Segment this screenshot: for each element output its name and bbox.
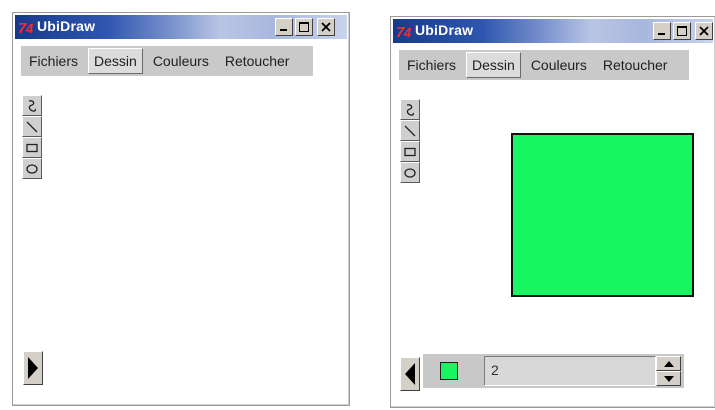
maximize-icon xyxy=(677,26,687,36)
window-title: UbiDraw xyxy=(37,18,96,34)
ellipse-tool-button[interactable] xyxy=(400,162,420,183)
line-width-spinner xyxy=(656,356,681,386)
ubidraw-app-icon: 7 4 xyxy=(18,20,34,36)
close-icon xyxy=(699,26,709,36)
minimize-button[interactable] xyxy=(653,22,671,40)
close-button[interactable] xyxy=(695,22,713,40)
freehand-tool-icon xyxy=(406,103,415,116)
ellipse-tool-icon xyxy=(26,163,38,174)
rectangle-tool-icon xyxy=(404,147,416,156)
line-tool-button[interactable] xyxy=(400,120,420,141)
current-color-swatch[interactable] xyxy=(440,362,458,380)
arrow-left-icon xyxy=(405,363,415,385)
collapse-panel-button[interactable] xyxy=(400,357,420,391)
menu-fichiers[interactable]: Fichiers xyxy=(399,50,464,80)
maximize-button[interactable] xyxy=(295,18,313,36)
line-width-field[interactable]: 2 xyxy=(484,356,656,386)
spin-down-button[interactable] xyxy=(656,371,681,386)
title-bar[interactable]: 7 4 UbiDraw xyxy=(393,19,713,43)
rectangle-tool-icon xyxy=(26,143,38,152)
properties-panel: 2 xyxy=(423,354,684,388)
rectangle-tool-button[interactable] xyxy=(400,141,420,162)
close-icon xyxy=(321,22,331,32)
menu-retoucher[interactable]: Retoucher xyxy=(217,46,298,76)
maximize-icon xyxy=(299,22,309,32)
freehand-tool-button[interactable] xyxy=(400,99,420,120)
freehand-tool-button[interactable] xyxy=(22,95,42,116)
freehand-tool-icon xyxy=(28,99,37,112)
drawn-rectangle[interactable] xyxy=(511,133,694,297)
ellipse-tool-icon xyxy=(404,167,416,178)
drawing-toolbox xyxy=(22,95,42,179)
ubidraw-window-collapsed: 7 4 UbiDraw Fichiers Dessin Couleurs Ret… xyxy=(12,12,350,406)
window-title: UbiDraw xyxy=(415,22,474,38)
drawing-toolbox xyxy=(400,99,420,183)
spin-up-button[interactable] xyxy=(656,356,681,371)
ellipse-tool-button[interactable] xyxy=(22,158,42,179)
rectangle-tool-button[interactable] xyxy=(22,137,42,158)
triangle-down-icon xyxy=(663,375,674,382)
menu-couleurs[interactable]: Couleurs xyxy=(523,50,595,80)
ubidraw-window-expanded: 7 4 UbiDraw Fichiers Dessin Couleurs Ret… xyxy=(390,16,715,408)
triangle-up-icon xyxy=(663,360,674,367)
close-button[interactable] xyxy=(317,18,335,36)
line-tool-icon xyxy=(26,121,38,132)
menu-bar: Fichiers Dessin Couleurs Retoucher xyxy=(21,46,313,76)
menu-fichiers[interactable]: Fichiers xyxy=(21,46,86,76)
ubidraw-app-icon: 7 4 xyxy=(396,24,412,40)
svg-text:4: 4 xyxy=(403,25,412,40)
menu-dessin[interactable]: Dessin xyxy=(466,52,521,78)
line-tool-button[interactable] xyxy=(22,116,42,137)
menu-retoucher[interactable]: Retoucher xyxy=(595,50,676,80)
menu-couleurs[interactable]: Couleurs xyxy=(145,46,217,76)
minimize-icon xyxy=(280,29,287,31)
title-bar[interactable]: 7 4 UbiDraw xyxy=(15,15,347,39)
minimize-button[interactable] xyxy=(275,18,293,36)
expand-panel-button[interactable] xyxy=(23,351,43,385)
arrow-right-icon xyxy=(28,357,38,379)
line-tool-icon xyxy=(404,125,416,136)
menu-dessin[interactable]: Dessin xyxy=(88,48,143,74)
maximize-button[interactable] xyxy=(673,22,691,40)
menu-bar: Fichiers Dessin Couleurs Retoucher xyxy=(399,50,689,80)
svg-text:4: 4 xyxy=(25,21,34,36)
minimize-icon xyxy=(658,33,665,35)
